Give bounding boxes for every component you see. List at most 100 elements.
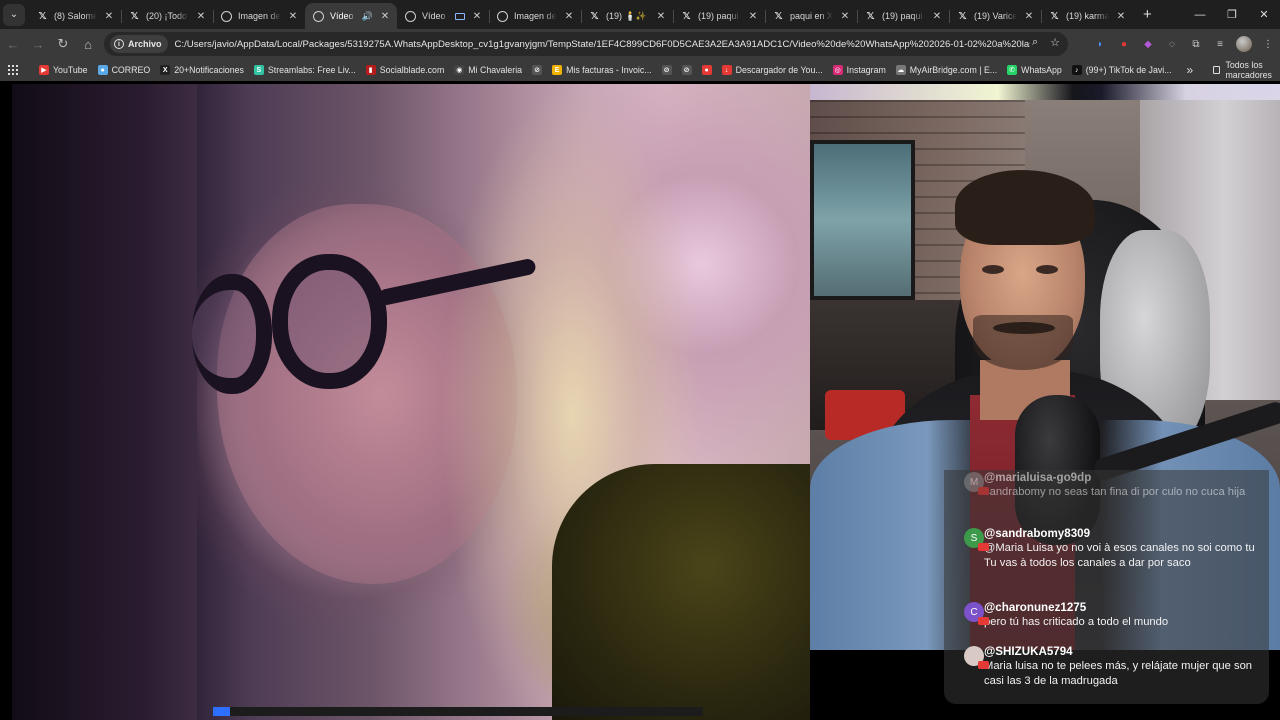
tab[interactable]: 𝕏paqui en X: ✕ <box>765 3 857 29</box>
speaker-icon[interactable]: 🔊 <box>362 11 373 22</box>
all-bookmarks-folder[interactable]: Todos los marcadores <box>1213 60 1280 80</box>
video-progress-bar[interactable] <box>213 707 703 716</box>
bookmark-item[interactable]: S Streamlabs: Free Liv... <box>249 60 361 80</box>
more-bookmarks-button[interactable]: » <box>1177 63 1204 77</box>
tab-close-button[interactable]: ✕ <box>1023 11 1035 22</box>
address-bar[interactable]: i Archivo C:/Users/javio/AppData/Local/P… <box>104 32 1068 56</box>
menu-icon[interactable]: ⋮ <box>1256 32 1280 56</box>
tab-title: (20) ¡Todo Re <box>146 11 189 21</box>
chevron-down-icon: ⌄ <box>9 9 19 20</box>
tab[interactable]: 𝕏 (19) 🕯️✨ Fr ✕ <box>581 3 673 29</box>
youtube-badge-icon <box>978 543 989 551</box>
tab[interactable]: 𝕏 (19) paqui en ✕ <box>673 3 765 29</box>
extension-icon[interactable]: ◌ <box>1160 32 1184 56</box>
extension-icon[interactable]: ● <box>1112 32 1136 56</box>
bookmark-item[interactable]: ⊘ <box>657 60 677 80</box>
bookmark-item[interactable]: ♪ (99+) TikTok de Javi... <box>1067 60 1177 80</box>
bookmark-item[interactable]: ⊘ <box>527 60 547 80</box>
tab[interactable]: 𝕏 (8) Salomé en ✕ <box>29 3 121 29</box>
bookmark-label: WhatsApp <box>1021 65 1062 75</box>
back-button[interactable]: ← <box>1 32 25 56</box>
tab[interactable]: Vídeo de 🔊 ✕ <box>305 3 397 29</box>
bookmark-item[interactable]: ● CORREO <box>93 60 156 80</box>
extension-icon[interactable]: ◆ <box>1136 32 1160 56</box>
bookmark-label: Streamlabs: Free Liv... <box>267 65 356 75</box>
video-progress-fill <box>213 707 231 716</box>
bookmark-label: Mi Chavaleria <box>468 65 523 75</box>
apps-button[interactable] <box>0 60 24 80</box>
tab-title: (19) Varicela <box>974 11 1017 21</box>
zoom-icon[interactable]: ⌕ <box>1032 36 1038 49</box>
puzzle-icon[interactable]: ⧉ <box>1184 32 1208 56</box>
globe-icon <box>497 10 508 22</box>
tab-title: Vídeo de <box>330 11 356 21</box>
x-logo-icon: 𝕏 <box>958 10 967 22</box>
tab[interactable]: 𝕏 (19) Varicela ✕ <box>949 3 1041 29</box>
bookmark-favicon-icon: E <box>552 65 563 75</box>
bookmark-favicon-icon: ◎ <box>832 65 843 75</box>
tab[interactable]: Imagen de W ✕ <box>489 3 581 29</box>
live-chat-overlay: M @marialuisa-go9dp sandrabomy no seas tan… <box>944 470 1269 704</box>
bookmark-item[interactable]: X 20+Notificaciones <box>155 60 249 80</box>
folder-icon <box>1213 66 1221 74</box>
chat-author: @sandrabomy8309 <box>984 527 1091 540</box>
bookmark-favicon-icon: S <box>253 65 264 75</box>
extension-icon[interactable]: ◗ <box>1088 32 1112 56</box>
globe-icon <box>313 10 324 22</box>
tab-close-button[interactable]: ✕ <box>471 11 483 22</box>
x-logo-icon: 𝕏 <box>682 10 691 22</box>
bookmark-item[interactable]: ✆ WhatsApp <box>1002 60 1067 80</box>
tab-close-button[interactable]: ✕ <box>563 11 575 22</box>
tab-close-button[interactable]: ✕ <box>103 11 115 22</box>
restore-button[interactable]: ❐ <box>1216 0 1248 29</box>
tab[interactable]: 𝕏 (20) ¡Todo Re ✕ <box>121 3 213 29</box>
tab-close-button[interactable]: ✕ <box>839 11 851 22</box>
bookmark-favicon-icon: ⊘ <box>532 65 543 75</box>
tab[interactable]: Vídeo de ✕ <box>397 3 489 29</box>
profile-avatar[interactable] <box>1236 36 1252 52</box>
new-tab-button[interactable]: + <box>1143 6 1152 23</box>
tab-close-button[interactable]: ✕ <box>195 11 207 22</box>
tab-search-button[interactable]: ⌄ <box>3 3 25 26</box>
bookmark-item[interactable]: ◎ Instagram <box>828 60 891 80</box>
bookmark-item[interactable]: ↓ Descargador de You... <box>717 60 828 80</box>
tab[interactable]: 𝕏 (19) paqui en ✕ <box>857 3 949 29</box>
bookmark-item[interactable]: E Mis facturas - Invoic... <box>547 60 657 80</box>
chat-author: @SHIZUKA5794 <box>984 645 1073 658</box>
minimize-button[interactable]: — <box>1184 0 1216 29</box>
chat-text: @Maria Luisa yo no voi à esos canales no… <box>984 542 1255 569</box>
tab[interactable]: Imagen de W ✕ <box>213 3 305 29</box>
tab[interactable]: 𝕏 (19) karma 🙂 ✕ <box>1041 3 1133 29</box>
reload-button[interactable]: ↻ <box>51 32 75 56</box>
bookmark-favicon-icon: ⊘ <box>681 65 692 75</box>
bookmark-item[interactable]: ▶ YouTube <box>34 60 93 80</box>
bookmark-item[interactable]: ▮ Socialblade.com <box>361 60 450 80</box>
chat-text: Maria luisa no te pelees más, y relájate… <box>984 660 1253 687</box>
tab-close-button[interactable]: ✕ <box>747 11 759 22</box>
bookmark-favicon-icon: X <box>160 65 171 75</box>
chat-message: @SHIZUKA5794 Maria luisa no te pelees más… <box>954 644 1264 689</box>
bookmark-label: Descargador de You... <box>735 65 823 75</box>
bookmark-star-icon[interactable]: ☆ <box>1050 36 1060 49</box>
bookmark-item[interactable]: ⊘ <box>677 60 697 80</box>
bookmark-item[interactable]: ◉ Mi Chavaleria <box>449 60 527 80</box>
tab-close-button[interactable]: ✕ <box>1115 11 1127 22</box>
close-window-button[interactable]: ✕ <box>1248 0 1280 29</box>
tab-list: 𝕏(8) Salomé en✕𝕏(20) ¡Todo Re✕Imagen de … <box>29 0 1133 29</box>
tab-close-button[interactable]: ✕ <box>287 11 299 22</box>
url-text[interactable]: C:/Users/javio/AppData/Local/Packages/53… <box>175 39 1030 50</box>
bookmark-favicon-icon: ♪ <box>1071 65 1082 75</box>
bookmark-item[interactable]: ☁ MyAirBridge.com | E... <box>891 60 1002 80</box>
bookmark-label: Mis facturas - Invoic... <box>566 65 652 75</box>
x-logo-icon: 𝕏 <box>130 10 139 22</box>
chat-message: C @charonunez1275 pero tú has criticado a … <box>954 600 1264 630</box>
chat-author: @charonunez1275 <box>984 601 1087 614</box>
tab-close-button[interactable]: ✕ <box>931 11 943 22</box>
forward-button[interactable]: → <box>26 32 50 56</box>
home-button[interactable]: ⌂ <box>76 32 100 56</box>
tab-close-button[interactable]: ✕ <box>379 11 391 22</box>
media-controls-icon[interactable]: ≡ <box>1208 32 1232 56</box>
tab-close-button[interactable]: ✕ <box>655 11 667 22</box>
bookmark-item[interactable]: ● <box>697 60 717 80</box>
site-info-chip[interactable]: i Archivo <box>110 35 168 53</box>
